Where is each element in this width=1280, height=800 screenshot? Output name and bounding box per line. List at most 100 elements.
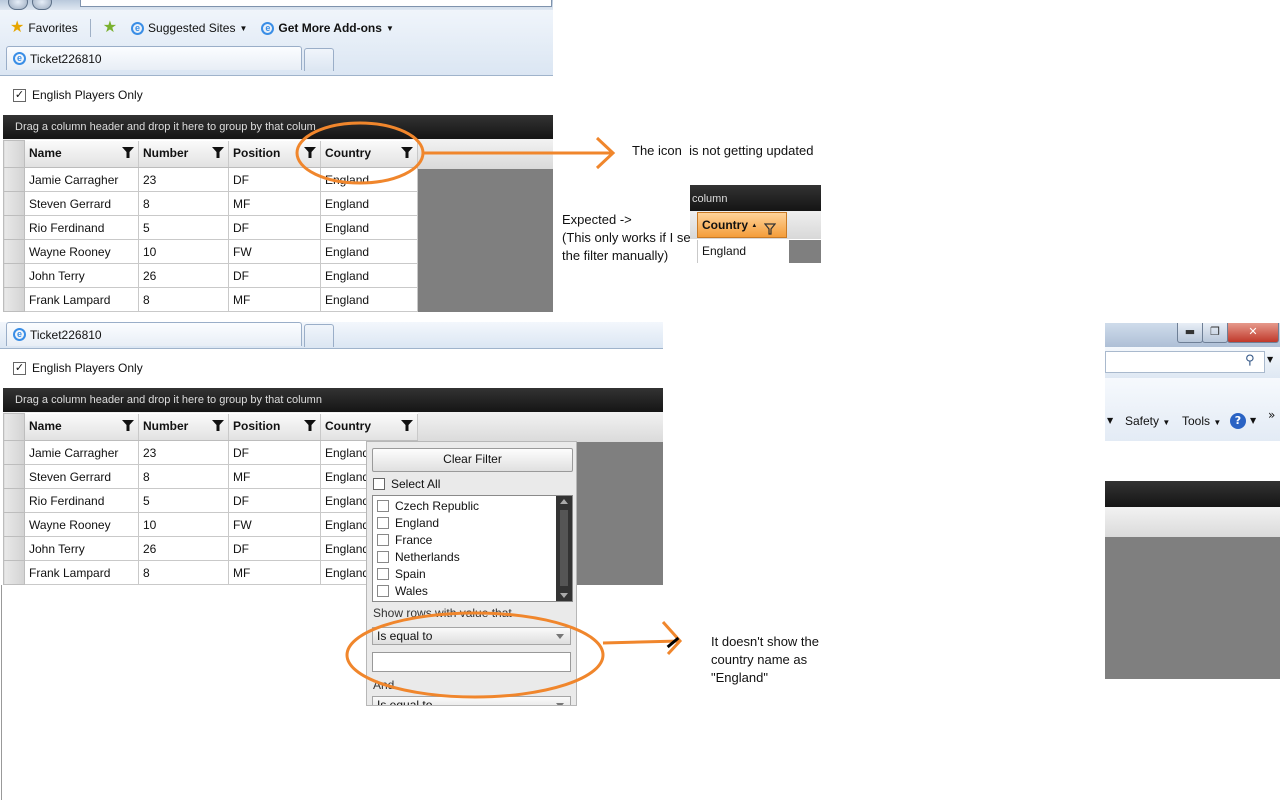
filter-option-checkbox[interactable] <box>377 533 389 546</box>
get-addons-button[interactable]: e Get More Add-ons ▼ <box>257 21 397 35</box>
list-scrollbar[interactable] <box>556 496 572 601</box>
chevron-down-icon[interactable]: ▼ <box>1250 416 1256 425</box>
table-row[interactable]: Wayne Rooney 10 FW England <box>3 512 418 537</box>
filter-icon[interactable] <box>212 146 224 161</box>
row-indicator[interactable] <box>3 464 25 489</box>
scroll-thumb[interactable] <box>560 510 568 586</box>
cell-number[interactable]: 10 <box>138 239 229 264</box>
table-row[interactable]: Rio Ferdinand 5 DF England <box>3 215 418 240</box>
new-tab-button[interactable] <box>304 48 334 71</box>
cell-position[interactable]: FW <box>228 512 321 537</box>
cell-number[interactable]: 26 <box>138 536 229 561</box>
filter-option[interactable]: Czech Republic <box>373 497 572 514</box>
table-row[interactable]: Wayne Rooney 10 FW England <box>3 239 418 264</box>
filter-option-checkbox[interactable] <box>377 550 389 563</box>
column-header-position[interactable]: Position <box>228 413 321 441</box>
cell-name[interactable]: Jamie Carragher <box>24 440 139 465</box>
close-button[interactable]: ✕ <box>1227 323 1279 343</box>
cell-number[interactable]: 5 <box>138 215 229 240</box>
cell-name[interactable]: Wayne Rooney <box>24 512 139 537</box>
help-icon[interactable]: ? <box>1230 413 1246 429</box>
row-indicator[interactable] <box>3 440 25 465</box>
cell-name[interactable]: Jamie Carragher <box>24 167 139 192</box>
cell-position[interactable]: MF <box>228 560 321 585</box>
cell-country[interactable]: England <box>320 215 418 240</box>
add-favorite-button[interactable]: ★ <box>99 20 121 36</box>
cell-position[interactable]: DF <box>228 215 321 240</box>
table-row[interactable]: Rio Ferdinand 5 DF England <box>3 488 418 513</box>
select-all-checkbox[interactable]: Select All <box>373 477 440 491</box>
column-header-name[interactable]: Name <box>24 413 139 441</box>
cell-number[interactable]: 8 <box>138 464 229 489</box>
column-header-country[interactable]: Country <box>320 413 418 441</box>
table-row[interactable]: Frank Lampard 8 MF England <box>3 560 418 585</box>
checkbox-box[interactable]: ✓ <box>13 88 26 102</box>
chevron-down-icon[interactable]: ▼ <box>1267 355 1273 364</box>
filter-option-checkbox[interactable] <box>377 516 389 529</box>
cell-number[interactable]: 26 <box>138 263 229 288</box>
cell-number[interactable]: 8 <box>138 287 229 312</box>
english-only-checkbox-2[interactable]: ✓ English Players Only <box>13 361 143 375</box>
cell-name[interactable]: Steven Gerrard <box>24 191 139 216</box>
distinct-values-list[interactable]: Czech Republic England France Netherlands Sp… <box>372 495 573 602</box>
select-all-box[interactable] <box>373 478 385 490</box>
table-row[interactable]: John Terry 26 DF England <box>3 263 418 288</box>
filter-option[interactable]: Netherlands <box>373 548 572 565</box>
cell-position[interactable]: MF <box>228 464 321 489</box>
cell-name[interactable]: Wayne Rooney <box>24 239 139 264</box>
row-indicator[interactable] <box>3 215 25 240</box>
row-indicator[interactable] <box>3 167 25 192</box>
filter-option-checkbox[interactable] <box>377 499 389 512</box>
clear-filter-button[interactable]: Clear Filter <box>372 448 573 472</box>
filter-icon[interactable] <box>212 419 224 434</box>
cell-country[interactable]: England <box>320 263 418 288</box>
row-indicator[interactable] <box>3 488 25 513</box>
table-row[interactable]: Steven Gerrard 8 MF England <box>3 464 418 489</box>
row-indicator[interactable] <box>3 536 25 561</box>
filter-option[interactable]: France <box>373 531 572 548</box>
cell-name[interactable]: Rio Ferdinand <box>24 215 139 240</box>
row-indicator[interactable] <box>3 239 25 264</box>
chevron-down-icon[interactable]: ▼ <box>1107 416 1113 425</box>
english-only-checkbox[interactable]: ✓ English Players Only <box>13 88 143 102</box>
filter-icon[interactable] <box>122 146 134 161</box>
cell-country[interactable]: England <box>320 191 418 216</box>
chevron-more-icon[interactable]: » <box>1268 408 1275 422</box>
row-indicator[interactable] <box>3 191 25 216</box>
cell-country[interactable]: England <box>320 239 418 264</box>
column-header-number[interactable]: Number <box>138 140 229 168</box>
search-input[interactable] <box>1105 351 1265 373</box>
back-button[interactable] <box>8 0 28 10</box>
scroll-down-icon[interactable] <box>560 593 568 598</box>
cell-name[interactable]: John Terry <box>24 536 139 561</box>
cell-position[interactable]: DF <box>228 263 321 288</box>
filter-icon[interactable] <box>401 419 413 434</box>
cell-name[interactable]: Frank Lampard <box>24 560 139 585</box>
filter-option-checkbox[interactable] <box>377 584 389 597</box>
cell-number[interactable]: 23 <box>138 167 229 192</box>
favorites-button[interactable]: ★ Favorites <box>6 20 82 36</box>
cell-number[interactable]: 10 <box>138 512 229 537</box>
cell-name[interactable]: Steven Gerrard <box>24 464 139 489</box>
cell-number[interactable]: 8 <box>138 560 229 585</box>
column-header-number[interactable]: Number <box>138 413 229 441</box>
cell-position[interactable]: MF <box>228 191 321 216</box>
filter-icon[interactable] <box>122 419 134 434</box>
cell-position[interactable]: DF <box>228 536 321 561</box>
row-indicator[interactable] <box>3 512 25 537</box>
cell-name[interactable]: Rio Ferdinand <box>24 488 139 513</box>
row-indicator[interactable] <box>3 287 25 312</box>
filter-option-checkbox[interactable] <box>377 567 389 580</box>
forward-button[interactable] <box>32 0 52 10</box>
cell-number[interactable]: 5 <box>138 488 229 513</box>
checkbox-box-2[interactable]: ✓ <box>13 361 26 375</box>
address-bar[interactable] <box>80 0 552 7</box>
cell-number[interactable]: 23 <box>138 440 229 465</box>
row-indicator[interactable] <box>3 560 25 585</box>
new-tab-button-2[interactable] <box>304 324 334 347</box>
minimize-button[interactable]: ▬ <box>1177 323 1203 343</box>
column-header-name[interactable]: Name <box>24 140 139 168</box>
table-row[interactable]: Frank Lampard 8 MF England <box>3 287 418 312</box>
filter-option[interactable]: Wales <box>373 582 572 599</box>
browser-tab[interactable]: e Ticket226810 <box>6 46 302 70</box>
